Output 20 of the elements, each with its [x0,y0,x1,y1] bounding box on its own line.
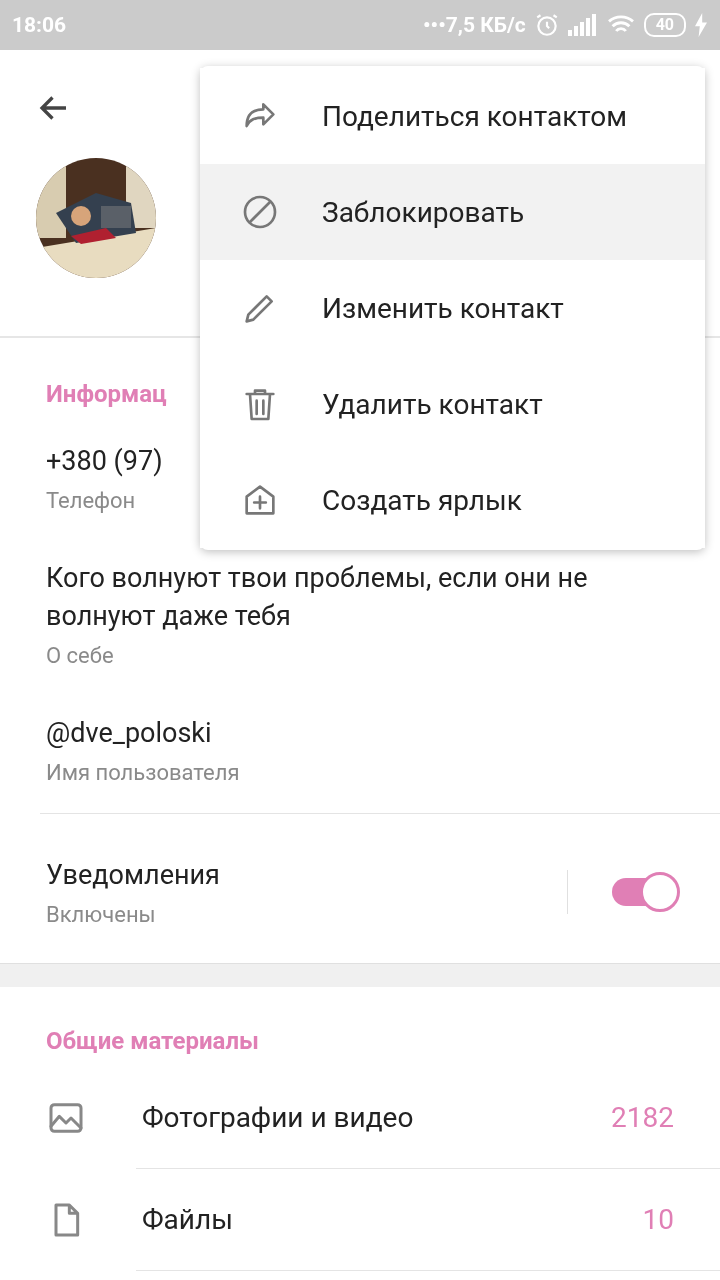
notifications-title: Уведомления [46,858,220,893]
section-title: Информац [46,380,167,408]
menu-item[interactable]: Создать ярлык [200,452,705,548]
bio-text: Кого волнуют твои проблемы, если они не волнуют даже тебя [46,561,589,634]
username-label: Имя пользователя [46,760,240,785]
bio-label: О себе [46,643,114,668]
phone-label: Телефон [46,488,136,513]
signal-icon [567,14,598,36]
menu-item[interactable]: Поделиться контактом [200,68,705,164]
menu-item[interactable]: Заблокировать [200,164,705,260]
shared-media-row[interactable]: Фотографии и видео 2182 [0,1067,720,1168]
charging-icon [694,13,708,37]
notifications-status: Включены [46,902,156,927]
menu-item[interactable]: Изменить контакт [200,260,705,356]
shared-media-row[interactable]: Файлы 10 [0,1169,720,1270]
phone-number: +380 (97) [46,444,163,479]
section-title: Общие материалы [46,1027,259,1055]
notifications-toggle[interactable] [610,871,680,912]
menu-item[interactable]: Удалить контакт [200,356,705,452]
username: @dve_poloski [46,716,212,751]
